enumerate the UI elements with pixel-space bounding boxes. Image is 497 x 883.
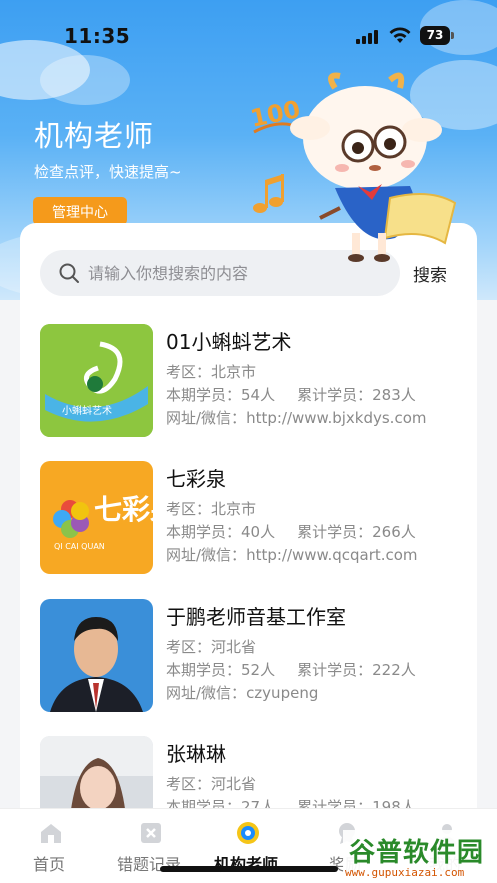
cellular-signal-icon — [356, 28, 378, 44]
site-watermark: 谷普软件园 www.gupuxiazai.com — [343, 830, 497, 883]
goat-mascot-illustration: 100 — [248, 72, 457, 262]
organization-website: 网址/微信：http://www.qcqart.com — [166, 546, 418, 564]
organization-item[interactable]: 七彩泉 QI CAI QUAN 七彩泉 考区：北京市 本期学员：40人累计学员：… — [40, 461, 460, 576]
watermark-text: 谷普软件园 — [349, 838, 485, 868]
logo-text: 小蝌蚪艺术 — [62, 404, 112, 417]
organization-item[interactable]: 小蝌蚪艺术 01小蝌蚪艺术 考区：北京市 本期学员：54人 累计学员：283人 网… — [40, 324, 460, 439]
page-subtitle: 检查点评，快速提高~ — [34, 163, 182, 181]
manage-center-button[interactable]: 管理中心 — [33, 197, 127, 225]
organization-students: 本期学员：40人 累计学员：266人 — [166, 523, 416, 541]
organization-avatar — [40, 599, 153, 712]
organization-students: 本期学员：52人 累计学员：222人 — [166, 661, 416, 679]
home-icon — [41, 824, 61, 843]
search-icon — [59, 263, 79, 283]
organization-area: 考区：北京市 — [166, 500, 257, 518]
organization-website: 网址/微信：czyupeng — [166, 684, 319, 702]
page-title: 机构老师 — [34, 119, 155, 153]
status-time: 11:35 — [64, 24, 131, 48]
organization-students: 本期学员：54人 累计学员：283人 — [166, 386, 416, 404]
organization-list-card: 搜索 小蝌蚪艺术 01小蝌蚪艺术 考区：北京市 本期学员：54人累计学员：283… — [20, 223, 477, 863]
organization-name: 张琳琳 — [166, 742, 226, 766]
organization-area: 考区：河北省 — [166, 638, 257, 656]
organization-website: 网址/微信：http://www.bjxkdys.com — [166, 409, 427, 427]
organization-name: 七彩泉 — [166, 467, 226, 491]
cloud-decoration — [40, 55, 130, 105]
logo-subtext: QI CAI QUAN — [54, 542, 105, 551]
tab-label: 首页 — [32, 855, 65, 874]
organization-logo: 小蝌蚪艺术 — [40, 324, 153, 437]
wrong-record-icon — [141, 823, 161, 843]
organization-area: 考区：河北省 — [166, 775, 257, 793]
organization-name: 于鹏老师音基工作室 — [166, 605, 346, 629]
organization-logo: 七彩泉 QI CAI QUAN — [40, 461, 153, 574]
watermark-url: www.gupuxiazai.com — [345, 866, 465, 879]
home-indicator — [160, 866, 338, 872]
organization-name: 01小蝌蚪艺术 — [166, 330, 292, 354]
music-note-icon — [253, 174, 284, 213]
organization-item[interactable]: 于鹏老师音基工作室 考区：河北省 本期学员：52人 累计学员：222人 网址/微信… — [40, 599, 460, 714]
organization-area: 考区：北京市 — [166, 363, 257, 381]
battery-icon: 73 — [420, 26, 454, 45]
status-bar: 11:35 73 — [0, 0, 497, 60]
org-teacher-icon — [237, 822, 259, 844]
logo-text: 七彩泉 — [94, 493, 153, 526]
tab-home[interactable]: 首页 — [4, 809, 94, 879]
wifi-icon — [389, 27, 411, 43]
